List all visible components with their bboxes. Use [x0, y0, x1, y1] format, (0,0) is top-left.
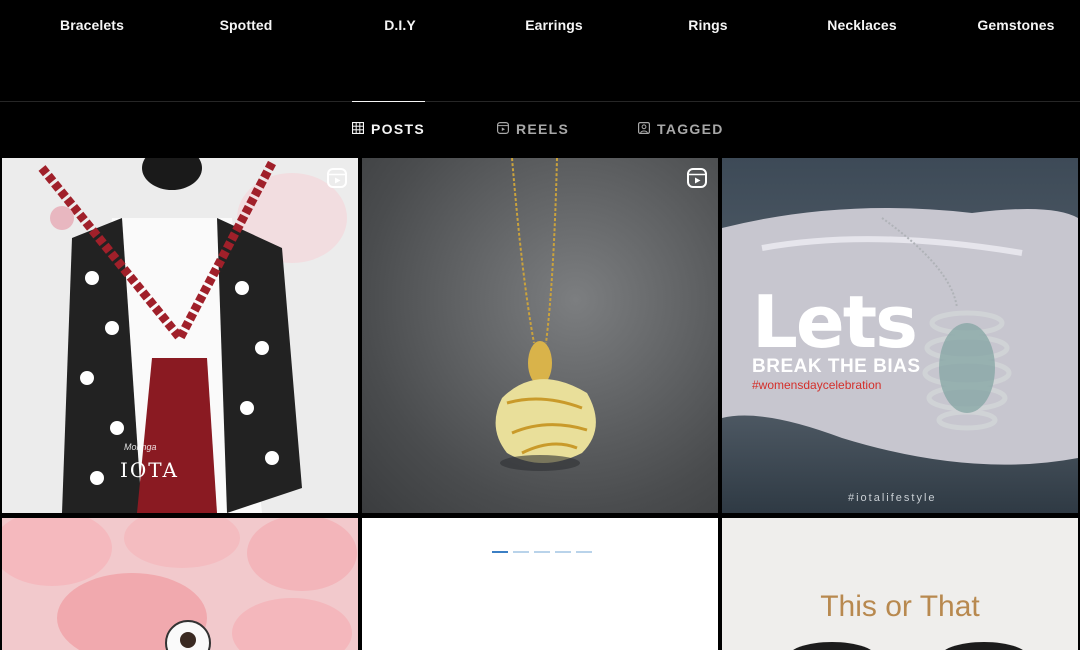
highlight-label: Earrings	[525, 17, 583, 33]
post-footer: #iotalifestyle	[848, 492, 937, 504]
highlight-label: Gemstones	[977, 17, 1055, 33]
reel-icon	[326, 167, 348, 189]
post-thumbnail[interactable]: This or That	[722, 518, 1078, 650]
post-hashtag: #womensdaycelebration	[752, 378, 882, 392]
post-image	[2, 518, 357, 650]
tab-reels[interactable]: REELS	[497, 102, 569, 156]
highlight-label: Spotted	[219, 17, 273, 33]
post-title: Lets	[752, 280, 918, 364]
tab-posts[interactable]: POSTS	[351, 101, 425, 156]
posts-grid: Moringa IOTA Lets BREAK THE BIAS #womens…	[0, 157, 1080, 650]
post-thumbnail[interactable]: Moringa IOTA	[2, 158, 358, 513]
grid-icon	[351, 121, 365, 137]
post-thumbnail[interactable]: Lets BREAK THE BIAS #womensdaycelebratio…	[722, 158, 1078, 513]
tab-label: POSTS	[371, 121, 425, 137]
post-thumbnail[interactable]	[362, 158, 718, 513]
post-overlay-small: Moringa	[124, 442, 157, 452]
post-image	[793, 642, 1023, 650]
tab-label: TAGGED	[657, 121, 724, 137]
post-image	[495, 158, 596, 471]
loading-indicator	[492, 551, 592, 553]
tab-label: REELS	[516, 121, 570, 137]
post-thumbnail[interactable]	[362, 518, 718, 650]
post-subtitle: BREAK THE BIAS	[752, 356, 921, 377]
reels-icon	[497, 121, 510, 137]
tagged-icon	[638, 121, 651, 137]
post-thumbnail[interactable]	[2, 518, 358, 650]
profile-tabs: POSTS REELS TAGGED	[0, 101, 1080, 156]
highlight-label: D.I.Y	[384, 17, 416, 33]
highlight-label: Bracelets	[60, 17, 124, 33]
highlight-label: Rings	[688, 17, 728, 33]
reel-icon	[686, 167, 708, 189]
highlight-label: Necklaces	[827, 17, 897, 33]
post-image	[2, 158, 358, 513]
tab-tagged[interactable]: TAGGED	[638, 102, 724, 156]
post-overlay-text: IOTA	[120, 458, 179, 482]
story-highlights: Bracelets Spotted D.I.Y Earrings Rings N…	[0, 0, 1080, 100]
